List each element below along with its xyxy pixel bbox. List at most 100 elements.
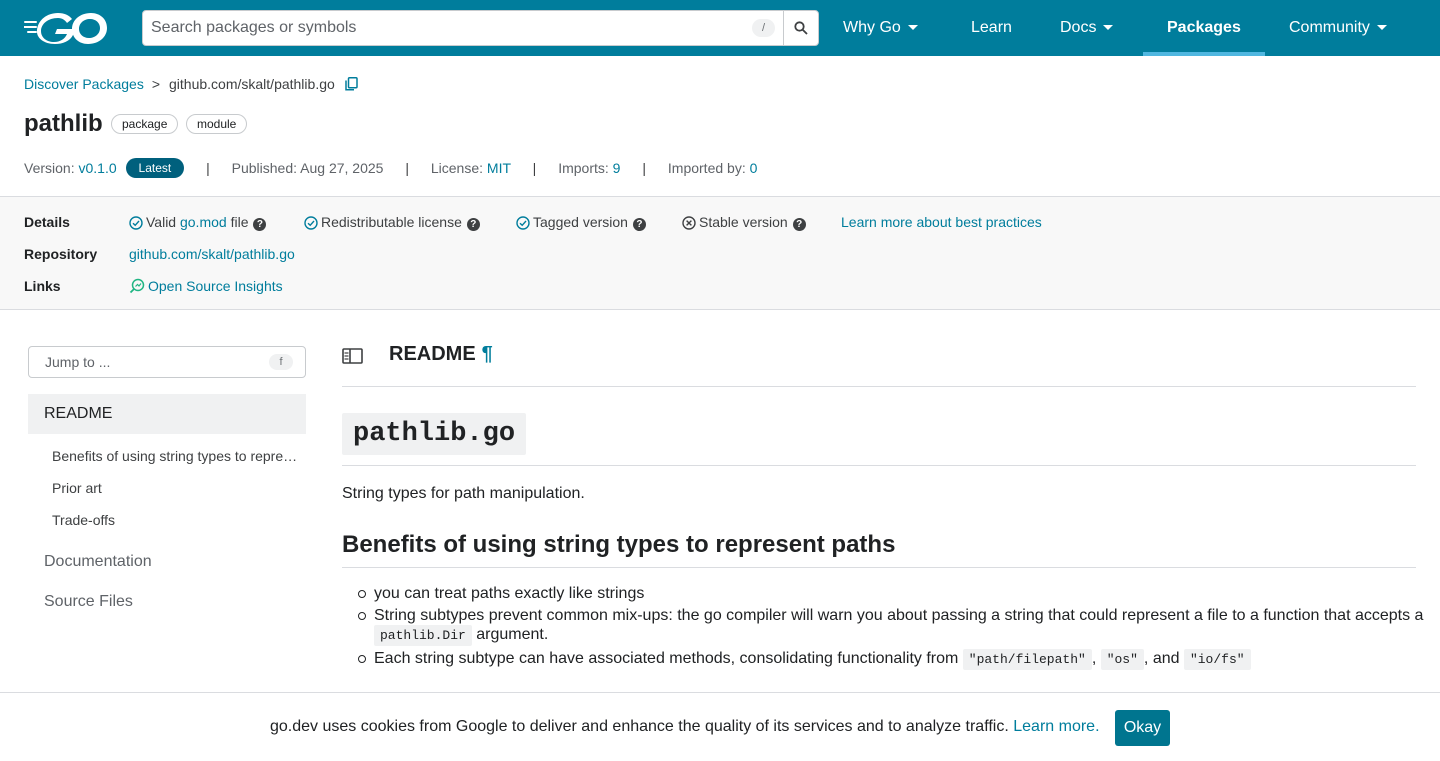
- caret-down-icon: [907, 25, 918, 31]
- readme-title: README ¶: [389, 343, 493, 366]
- breadcrumb-separator: >: [151, 76, 161, 92]
- list-item: Each string subtype can have associated …: [358, 649, 1424, 670]
- jump-shortcut-hint: f: [269, 354, 293, 370]
- package-meta: Version: v0.1.0 Latest | Published: Aug …: [24, 158, 757, 178]
- version-link[interactable]: v0.1.0: [78, 160, 116, 176]
- license-link[interactable]: MIT: [487, 160, 511, 176]
- breadcrumb-discover-packages[interactable]: Discover Packages: [24, 76, 144, 92]
- search-icon: [794, 21, 808, 35]
- nav-why-go[interactable]: Why Go: [843, 0, 918, 56]
- help-icon[interactable]: ?: [253, 218, 267, 231]
- list-item-text: String subtypes prevent common mix-ups: …: [374, 607, 1424, 624]
- check-text: file: [226, 214, 249, 230]
- inline-code: "path/filepath": [962, 649, 1092, 670]
- meta-divider: |: [405, 160, 409, 176]
- insights-icon: [129, 278, 145, 294]
- open-source-insights-link[interactable]: Open Source Insights: [129, 278, 283, 294]
- cookie-learn-more-link[interactable]: Learn more.: [1013, 718, 1099, 735]
- readme-h2-benefits: Benefits of using string types to repres…: [342, 531, 896, 558]
- readme-intro: String types for path manipulation.: [342, 485, 585, 502]
- search-button[interactable]: [783, 11, 818, 45]
- jump-placeholder: Jump to ...: [45, 354, 111, 370]
- check-text: Stable version: [699, 214, 788, 230]
- chip-module: module: [186, 114, 248, 134]
- book-icon[interactable]: [342, 347, 364, 365]
- published-date: Aug 27, 2025: [300, 160, 384, 176]
- search-box: /: [142, 10, 819, 46]
- search-shortcut-hint: /: [752, 19, 775, 37]
- imports-label: Imports:: [558, 160, 609, 176]
- sidebar-item-documentation[interactable]: Documentation: [44, 553, 152, 571]
- sidebar-item-prior-art[interactable]: Prior art: [52, 480, 300, 496]
- divider: [342, 465, 1416, 466]
- gomod-link[interactable]: go.mod: [180, 214, 227, 230]
- caret-down-icon: [1103, 25, 1114, 31]
- check-redistributable-license: Redistributable license?: [304, 214, 480, 231]
- nav-packages[interactable]: Packages: [1167, 0, 1241, 56]
- nav-learn-label: Learn: [971, 19, 1012, 36]
- inline-code: "io/fs": [1183, 649, 1251, 670]
- insights-text: Open Source Insights: [148, 278, 283, 294]
- package-title: pathlib: [24, 110, 103, 137]
- readme-h1: pathlib.go: [342, 413, 527, 455]
- cookie-banner: go.dev uses cookies from Google to deliv…: [0, 692, 1440, 761]
- check-circle-icon: [304, 216, 318, 230]
- cookie-message: go.dev uses cookies from Google to deliv…: [270, 718, 1100, 736]
- list-item: you can treat paths exactly like strings: [358, 584, 1424, 603]
- check-text: Valid: [146, 214, 180, 230]
- check-tagged-version: Tagged version?: [516, 214, 646, 231]
- readme-anchor-link[interactable]: ¶: [482, 343, 493, 365]
- details-label: Details: [24, 214, 70, 230]
- divider: [342, 386, 1416, 387]
- site-header: / Why Go Learn Docs Packages Community: [0, 0, 1440, 56]
- check-circle-icon: [516, 216, 530, 230]
- list-item-text: , and: [1143, 650, 1184, 667]
- help-icon[interactable]: ?: [632, 218, 646, 231]
- repository-link[interactable]: github.com/skalt/pathlib.go: [129, 246, 295, 262]
- help-icon[interactable]: ?: [466, 218, 480, 231]
- search-input[interactable]: [143, 11, 783, 45]
- sidebar-item-source-files[interactable]: Source Files: [44, 593, 133, 611]
- nav-community-label: Community: [1289, 19, 1370, 36]
- list-item-text: argument.: [471, 626, 549, 643]
- nav-docs[interactable]: Docs: [1060, 0, 1114, 56]
- details-panel: Details Valid go.mod file? Redistributab…: [0, 196, 1440, 310]
- imported-by-link[interactable]: 0: [750, 160, 758, 176]
- go-logo[interactable]: [24, 12, 108, 44]
- list-item: String subtypes prevent common mix-ups: …: [358, 606, 1424, 646]
- check-valid-gomod: Valid go.mod file?: [129, 214, 267, 231]
- nav-docs-label: Docs: [1060, 19, 1097, 36]
- best-practices-link[interactable]: Learn more about best practices: [841, 214, 1042, 230]
- caret-down-icon: [1376, 25, 1387, 31]
- nav-learn[interactable]: Learn: [971, 0, 1012, 56]
- nav-community[interactable]: Community: [1289, 0, 1387, 56]
- copy-path-button[interactable]: [345, 77, 358, 94]
- imports-link[interactable]: 9: [613, 160, 621, 176]
- list-item-text: ,: [1091, 650, 1101, 667]
- jump-to-input[interactable]: Jump to ... f: [28, 346, 306, 378]
- sidebar-item-benefits[interactable]: Benefits of using string types to repres…: [52, 448, 300, 464]
- latest-badge[interactable]: Latest: [125, 158, 185, 178]
- inline-code: "os": [1100, 649, 1144, 670]
- sidebar-item-trade-offs[interactable]: Trade-offs: [52, 512, 300, 528]
- help-icon[interactable]: ?: [792, 218, 806, 231]
- list-item-text: you can treat paths exactly like strings: [374, 585, 645, 602]
- check-text: Redistributable license: [321, 214, 462, 230]
- published-label: Published:: [231, 160, 298, 176]
- check-text: Tagged version: [533, 214, 628, 230]
- cookie-okay-button[interactable]: Okay: [1115, 710, 1170, 746]
- chip-package: package: [111, 114, 179, 134]
- cross-circle-icon: [682, 216, 696, 230]
- links-label: Links: [24, 278, 61, 294]
- check-stable-version: Stable version?: [682, 214, 806, 231]
- sidebar-item-readme[interactable]: README: [28, 394, 306, 434]
- nav-active-indicator: [1143, 52, 1265, 56]
- breadcrumb: Discover Packages > github.com/skalt/pathl…: [24, 76, 358, 94]
- readme-title-text: README: [389, 343, 476, 365]
- copy-icon: [345, 77, 358, 91]
- repository-label: Repository: [24, 246, 98, 262]
- nav-packages-label: Packages: [1167, 19, 1241, 36]
- check-circle-icon: [129, 216, 143, 230]
- cookie-message-text: go.dev uses cookies from Google to deliv…: [270, 718, 1009, 735]
- license-label: License:: [430, 160, 484, 176]
